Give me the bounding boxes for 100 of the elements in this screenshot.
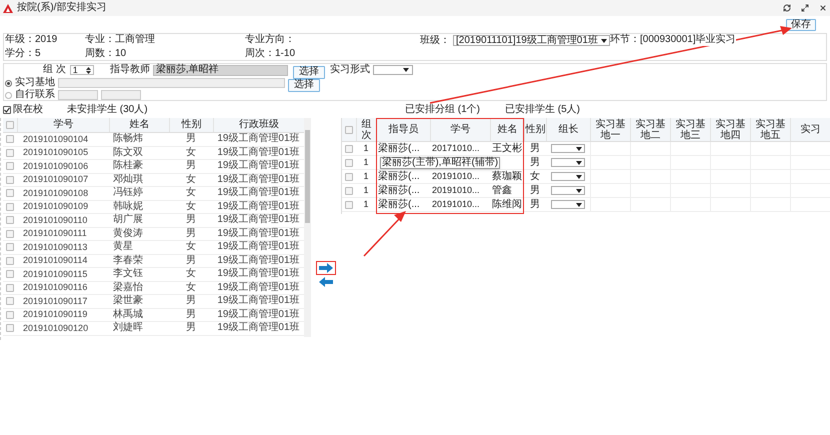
checkbox[interactable] — [6, 189, 14, 198]
checkbox[interactable] — [6, 216, 14, 224]
checkbox[interactable] — [6, 121, 14, 129]
table-cell-text: 李春荣 — [112, 254, 144, 267]
table-cell-text: 陈桂豪 — [112, 160, 144, 172]
table-cell-text: 2019101090106 — [22, 160, 90, 172]
table-cell: 陈维阅 — [492, 200, 522, 210]
close-icon[interactable] — [819, 4, 827, 12]
caret-icon — [576, 202, 582, 206]
checkbox[interactable] — [345, 144, 353, 152]
maximize-icon[interactable] — [801, 4, 809, 12]
checkbox[interactable] — [6, 176, 14, 184]
leader-select[interactable] — [551, 172, 585, 181]
checkbox[interactable] — [6, 297, 14, 306]
right-arrow-icon[interactable] — [318, 263, 333, 273]
scrollbar[interactable] — [304, 118, 311, 337]
checkbox[interactable] — [345, 158, 353, 166]
table-cell-text: 1 — [362, 170, 370, 183]
checkbox[interactable] — [6, 270, 14, 278]
column-header: 姓名 — [490, 118, 524, 141]
table-cell-text: 冯钰婷 — [112, 187, 144, 200]
checkbox[interactable] — [6, 310, 14, 319]
leader-select[interactable] — [551, 200, 585, 209]
table-cell-text: 2019101090110 — [22, 214, 88, 226]
caret-icon — [576, 160, 582, 164]
table-cell-text: 19级工商管理01班 — [216, 322, 301, 334]
mode-select[interactable] — [372, 65, 413, 75]
checkbox[interactable] — [345, 200, 353, 208]
check-icon — [4, 107, 10, 113]
checkbox[interactable] — [6, 202, 14, 211]
table-cell: 20191010... — [432, 172, 480, 181]
save-button[interactable]: 保存 — [786, 18, 816, 30]
spinner-icon[interactable] — [86, 66, 91, 74]
leader-select[interactable] — [551, 158, 585, 167]
table-cell-text: 19级工商管理01班 — [216, 254, 301, 267]
checkbox[interactable] — [6, 230, 14, 238]
table-cell-text: 男 — [185, 160, 197, 172]
window-title: 按院(系)/部安排实习 — [17, 3, 106, 13]
checkbox[interactable] — [6, 256, 14, 265]
select-button[interactable]: 选择 — [292, 66, 325, 78]
table-cell: 20171010... — [432, 144, 480, 153]
table-cell-text: 19级工商管理01班 — [216, 214, 301, 226]
checkbox[interactable] — [345, 172, 353, 180]
logo-icon — [3, 4, 13, 12]
table-cell-text: 19级工商管理01班 — [216, 160, 301, 172]
checkbox[interactable] — [6, 243, 14, 252]
class-select[interactable]: [2019011101]19级工商管理01班 — [453, 35, 610, 46]
table-cell: 梁丽莎(... — [378, 172, 420, 182]
table-cell-text: 19级工商管理01班 — [216, 200, 301, 213]
table-cell-text: 2019101090107 — [22, 174, 90, 186]
checkbox[interactable] — [6, 284, 14, 292]
checkbox[interactable] — [3, 106, 11, 114]
table-cell-text: 19级工商管理01班 — [216, 146, 301, 159]
info-text: 专业：工商管理 — [85, 35, 155, 46]
table-cell-text: 19级工商管理01班 — [216, 282, 301, 294]
radio-label: 自行联系 — [15, 90, 55, 100]
checkbox[interactable] — [6, 135, 14, 144]
checkbox[interactable] — [6, 324, 14, 332]
section-title: 已安排分组 (1个) — [405, 105, 481, 115]
leader-select[interactable] — [551, 144, 585, 153]
table-cell-text: 林禹城 — [112, 308, 144, 321]
left-arrow-icon[interactable] — [318, 277, 333, 287]
table-cell: 蔡珈颖 — [492, 172, 522, 182]
checkbox[interactable] — [6, 148, 14, 157]
table-cell-text: 19级工商管理01班 — [216, 308, 301, 321]
contact-field[interactable] — [58, 90, 98, 100]
table-cell-text: 陈文双 — [112, 146, 144, 159]
checkbox[interactable] — [345, 186, 353, 194]
column-header: 实习基地四 — [710, 118, 750, 141]
table-cell-text: 女 — [529, 170, 541, 183]
table-cell-text: 女 — [185, 282, 197, 294]
leader-select[interactable] — [551, 186, 585, 195]
table-cell-text: 男 — [185, 295, 197, 308]
advisor-field[interactable]: 梁丽莎,单昭祥 — [152, 64, 288, 76]
table-cell-text: 陈畅炜 — [112, 133, 144, 146]
radio-button[interactable] — [5, 92, 12, 98]
table-cell: 梁丽莎(... — [378, 144, 420, 154]
checkbox[interactable] — [6, 162, 14, 170]
table-cell-text: 男 — [529, 156, 541, 169]
table-cell-text: 梁嘉怡 — [112, 282, 144, 294]
refresh-icon[interactable] — [783, 4, 791, 12]
table-cell-text: 刘婕晖 — [112, 322, 144, 334]
table-cell-text: 19级工商管理01班 — [216, 228, 301, 240]
info-text: 学分：5 — [5, 49, 41, 59]
radio-button[interactable] — [5, 80, 12, 86]
column-header: 姓名 — [109, 118, 169, 132]
table-cell-text: 女 — [185, 268, 197, 280]
select-button[interactable]: 选择 — [288, 78, 320, 92]
table-cell-text: 1 — [362, 156, 370, 169]
contact-field[interactable] — [101, 90, 141, 100]
table-cell-text: 1 — [362, 184, 370, 197]
caret-icon — [402, 68, 409, 72]
table-cell-text: 男 — [185, 254, 197, 267]
table-cell-text: 19级工商管理01班 — [216, 268, 301, 280]
table-cell-text: 女 — [185, 241, 197, 254]
base-field[interactable] — [58, 78, 285, 88]
table-cell-text: 女 — [185, 146, 197, 159]
table-cell: 王文彬 — [492, 144, 522, 154]
checkbox[interactable] — [345, 126, 353, 134]
group-number-field[interactable]: 1 — [70, 65, 94, 75]
